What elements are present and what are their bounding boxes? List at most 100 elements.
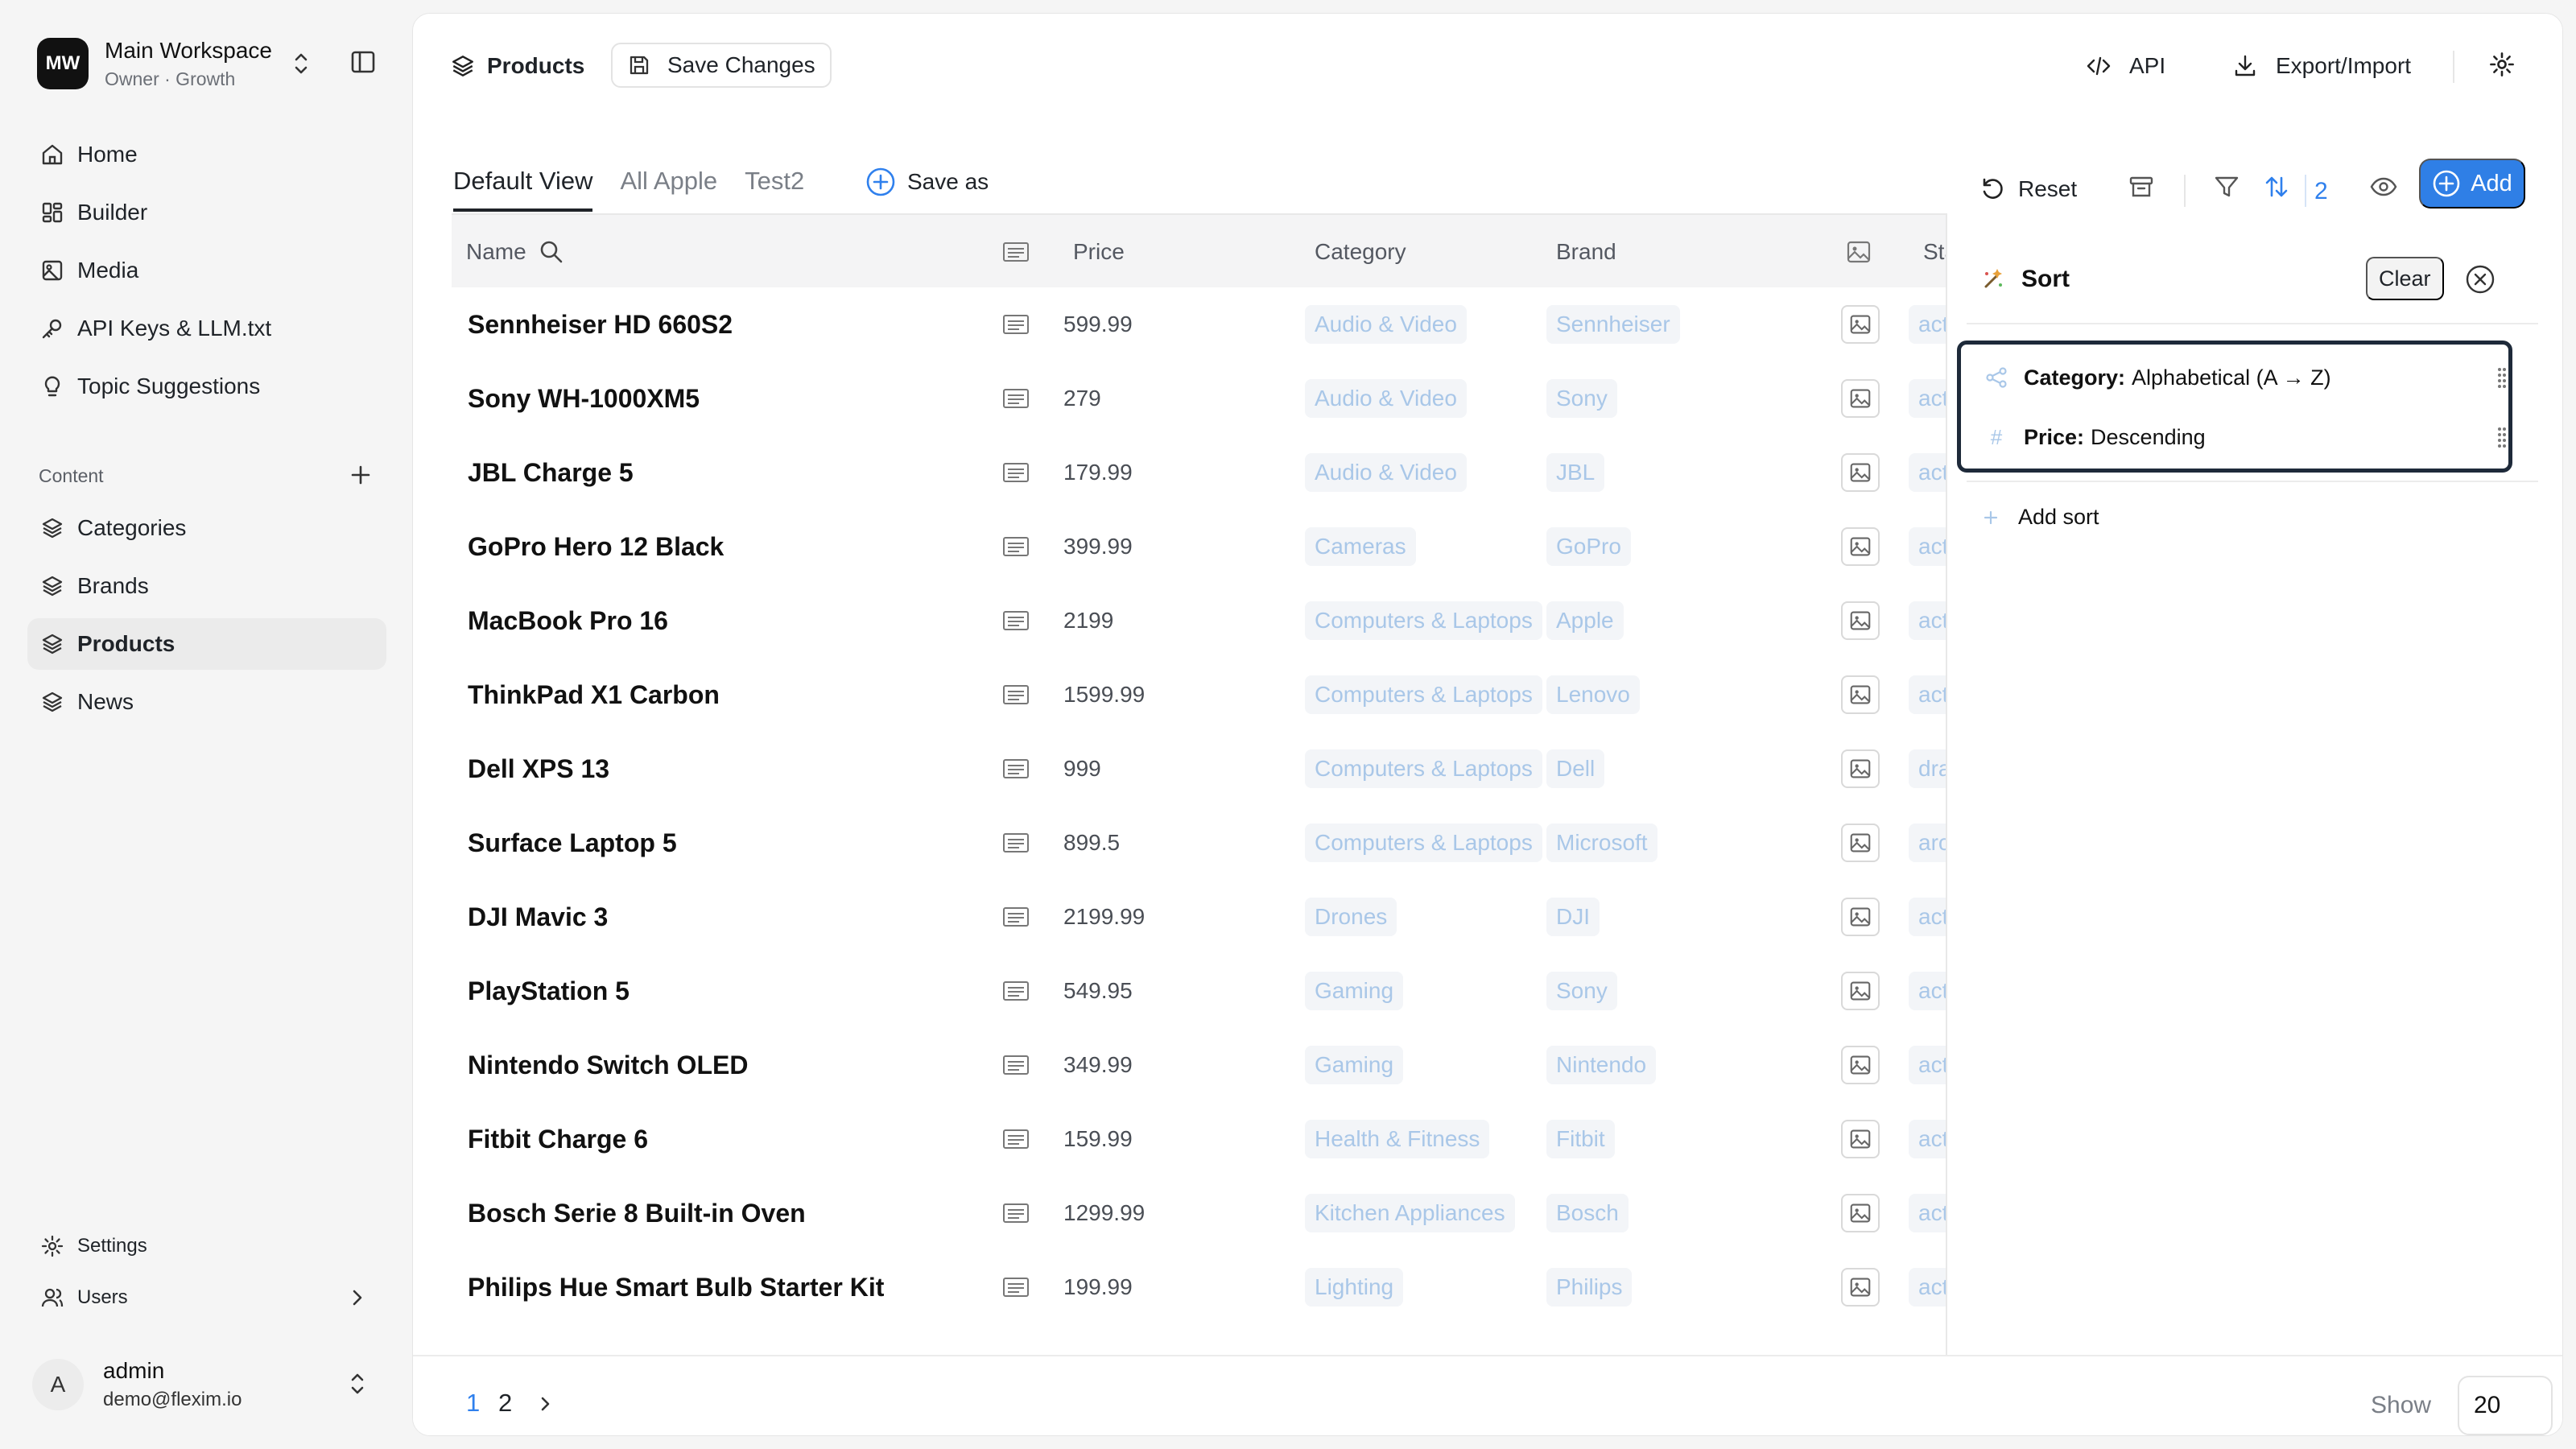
brand-chip[interactable]: Microsoft [1546, 824, 1657, 862]
brand-chip[interactable]: Sony [1546, 972, 1617, 1010]
tab-all-apple[interactable]: All Apple [620, 167, 717, 208]
sidebar-item-api-keys[interactable]: API Keys & LLM.txt [27, 303, 386, 354]
column-header-price[interactable]: Price [1073, 215, 1125, 289]
image-icon[interactable] [1841, 1046, 1880, 1084]
clear-sort-button[interactable]: Clear [2366, 257, 2444, 300]
save-as-button[interactable]: Save as [865, 167, 989, 197]
add-sort-button[interactable]: Add sort [1975, 505, 2099, 530]
plus-icon[interactable] [348, 462, 374, 488]
sidebar-item-topic-suggestions[interactable]: Topic Suggestions [27, 361, 386, 412]
sidebar-item-media[interactable]: Media [27, 245, 386, 296]
sidebar-item-users[interactable]: Users [27, 1272, 386, 1323]
image-icon[interactable] [1841, 898, 1880, 936]
page-size-input[interactable] [2458, 1376, 2553, 1435]
table-row[interactable]: Surface Laptop 5 899.5 Computers & Laptops… [452, 806, 1965, 880]
drag-handle-icon[interactable] [2496, 365, 2508, 390]
image-icon[interactable] [1841, 601, 1880, 640]
table-row[interactable]: Sony WH-1000XM5279Audio & VideoSonyactiv… [452, 361, 1965, 436]
table-row[interactable]: DJI Mavic 32199.99DronesDJIactive [452, 880, 1965, 954]
description-icon[interactable] [1002, 1250, 1030, 1324]
tab-test2[interactable]: Test2 [745, 167, 804, 208]
description-icon[interactable] [1002, 658, 1030, 732]
description-icon[interactable] [1002, 732, 1030, 806]
brand-chip[interactable]: JBL [1546, 453, 1605, 492]
image-icon[interactable] [1841, 305, 1880, 344]
category-chip[interactable]: Audio & Video [1305, 305, 1467, 344]
sidebar-item-builder[interactable]: Builder [27, 187, 386, 238]
column-header-brand[interactable]: Brand [1556, 215, 1616, 289]
table-row[interactable]: ThinkPad X1 Carbon 1599.99 Computers & Lap… [452, 658, 1965, 732]
gear-icon[interactable] [2488, 51, 2516, 78]
user-menu[interactable]: A admin demo@flexim.io [32, 1352, 386, 1417]
table-row[interactable]: GoPro Hero 12 Black 399.99 Cameras GoPro act… [452, 510, 1965, 584]
image-icon[interactable] [1841, 1268, 1880, 1307]
brand-chip[interactable]: Sony [1546, 379, 1617, 418]
search-icon[interactable] [538, 238, 565, 266]
category-chip[interactable]: Computers & Laptops [1305, 749, 1542, 788]
sidebar-item-news[interactable]: News [27, 676, 386, 728]
table-row[interactable]: MacBook Pro 16 2199 Computers & Laptops App… [452, 584, 1965, 658]
image-icon[interactable] [1841, 675, 1880, 714]
sidebar-item-products[interactable]: Products [27, 618, 386, 670]
column-header-category[interactable]: Category [1315, 215, 1406, 289]
brand-chip[interactable]: Sennheiser [1546, 305, 1680, 344]
chevron-up-down-icon[interactable] [348, 1370, 367, 1397]
brand-chip[interactable]: Apple [1546, 601, 1624, 640]
description-icon[interactable] [1002, 1028, 1030, 1102]
brand-chip[interactable]: DJI [1546, 898, 1600, 936]
api-button[interactable]: API [2086, 46, 2165, 86]
table-row[interactable]: Sennheiser HD 660S2 599.99 Audio & Video Se… [452, 287, 1965, 361]
category-chip[interactable]: Gaming [1305, 972, 1404, 1010]
brand-chip[interactable]: Nintendo [1546, 1046, 1657, 1084]
page-1-link[interactable]: 1 [466, 1389, 480, 1418]
sort-arrows-icon[interactable] [2263, 173, 2290, 200]
drag-handle-icon[interactable] [2496, 425, 2508, 449]
category-chip[interactable]: Computers & Laptops [1305, 824, 1542, 862]
sidebar-item-brands[interactable]: Brands [27, 560, 386, 612]
description-icon[interactable] [1002, 954, 1030, 1028]
next-page-icon[interactable] [537, 1393, 553, 1414]
description-icon[interactable] [1002, 361, 1030, 436]
table-row[interactable]: Nintendo Switch OLED 349.99 Gaming Nintendo… [452, 1028, 1965, 1102]
workspace-switcher[interactable]: MW Main Workspace Owner · Growth [37, 37, 375, 90]
sort-rule-price[interactable]: # Price: Descending [1980, 417, 2506, 457]
table-row[interactable]: JBL Charge 5179.99Audio & VideoJBLactive [452, 436, 1965, 510]
brand-chip[interactable]: Philips [1546, 1268, 1633, 1307]
export-import-button[interactable]: Export/Import [2232, 46, 2411, 86]
reset-button[interactable]: Reset [1979, 167, 2077, 212]
description-icon[interactable] [1002, 806, 1030, 880]
sidebar-item-settings[interactable]: Settings [27, 1220, 386, 1272]
image-icon[interactable] [1841, 453, 1880, 492]
table-row[interactable]: Bosch Serie 8 Built-in Oven 1299.99 Kitche… [452, 1176, 1965, 1250]
sidebar-toggle-icon[interactable] [349, 48, 377, 76]
category-chip[interactable]: Computers & Laptops [1305, 675, 1542, 714]
sidebar-item-categories[interactable]: Categories [27, 502, 386, 554]
category-chip[interactable]: Cameras [1305, 527, 1416, 566]
brand-chip[interactable]: Fitbit [1546, 1120, 1615, 1158]
tab-default-view[interactable]: Default View [453, 167, 593, 212]
description-icon[interactable] [1002, 584, 1030, 658]
sort-rule-category[interactable]: Category: Alphabetical (A → Z) [1980, 357, 2506, 398]
image-icon[interactable] [1841, 749, 1880, 788]
description-icon[interactable] [1002, 1176, 1030, 1250]
brand-chip[interactable]: Bosch [1546, 1194, 1629, 1232]
archive-icon[interactable] [2128, 173, 2155, 200]
image-icon[interactable] [1841, 972, 1880, 1010]
table-row[interactable]: PlayStation 5549.95GamingSonyactive [452, 954, 1965, 1028]
image-icon[interactable] [1841, 1120, 1880, 1158]
add-button[interactable]: Add [2419, 159, 2525, 208]
page-2-link[interactable]: 2 [498, 1389, 512, 1418]
image-icon[interactable] [1841, 379, 1880, 418]
description-icon[interactable] [1002, 436, 1030, 510]
description-icon[interactable] [1002, 510, 1030, 584]
chevron-up-down-icon[interactable] [291, 50, 311, 77]
close-circle-icon[interactable] [2464, 263, 2496, 295]
category-chip[interactable]: Drones [1305, 898, 1397, 936]
sidebar-item-home[interactable]: Home [27, 129, 386, 180]
save-changes-button[interactable]: Save Changes [611, 43, 832, 88]
description-icon[interactable] [1002, 287, 1030, 361]
category-chip[interactable]: Lighting [1305, 1268, 1404, 1307]
brand-chip[interactable]: Dell [1546, 749, 1605, 788]
category-chip[interactable]: Health & Fitness [1305, 1120, 1490, 1158]
eye-icon[interactable] [2369, 173, 2398, 200]
